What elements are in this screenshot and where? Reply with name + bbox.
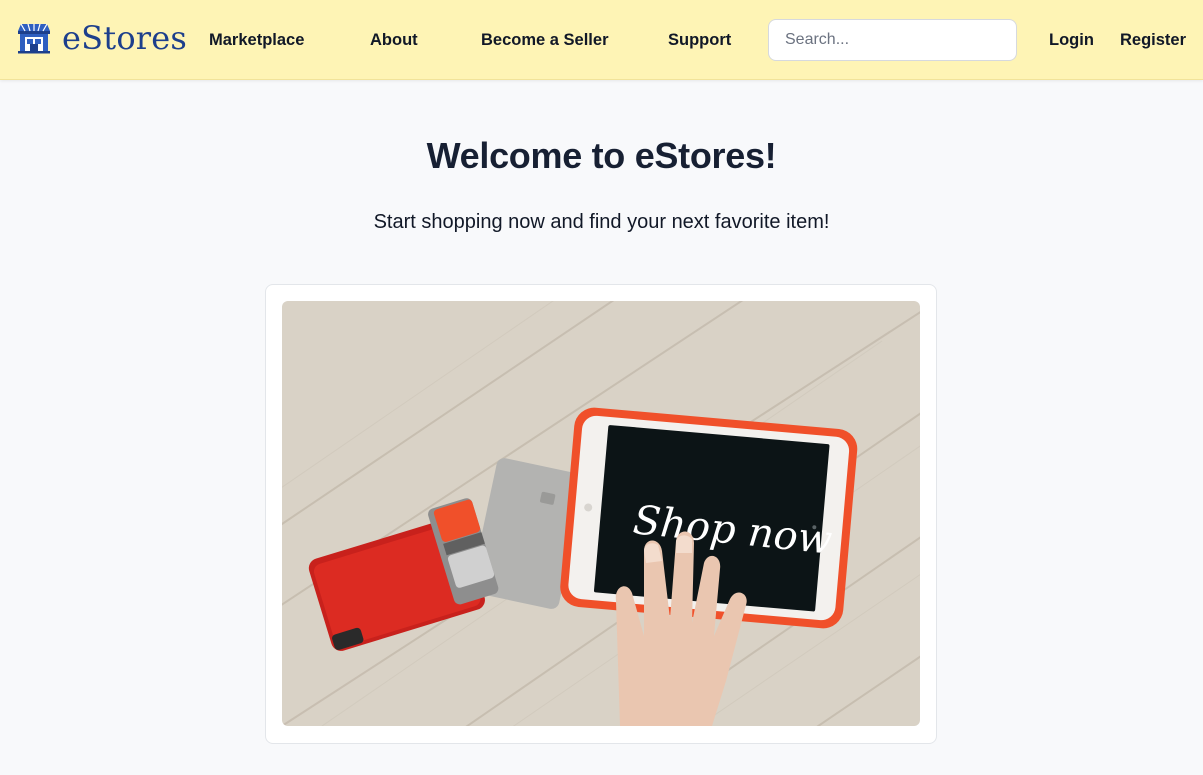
nav-marketplace-link[interactable]: Marketplace — [209, 29, 304, 51]
register-link[interactable]: Register — [1120, 29, 1186, 51]
navbar: eStores Marketplace About Become a Selle… — [0, 0, 1203, 80]
nav-support-link[interactable]: Support — [668, 29, 731, 51]
hero-image-card: Shop now — [265, 284, 937, 744]
page-subtitle: Start shopping now and find your next fa… — [373, 211, 830, 233]
search-input[interactable] — [768, 19, 1017, 61]
brand-logo-link[interactable]: eStores — [16, 18, 187, 58]
login-link[interactable]: Login — [1049, 29, 1094, 51]
page-title: Welcome to eStores! — [426, 135, 777, 176]
nav-about-link[interactable]: About — [370, 29, 418, 51]
nav-become-seller-link[interactable]: Become a Seller — [481, 29, 609, 51]
brand-name: eStores — [62, 19, 188, 57]
hero-image: Shop now — [282, 301, 920, 726]
storefront-icon — [18, 23, 50, 54]
